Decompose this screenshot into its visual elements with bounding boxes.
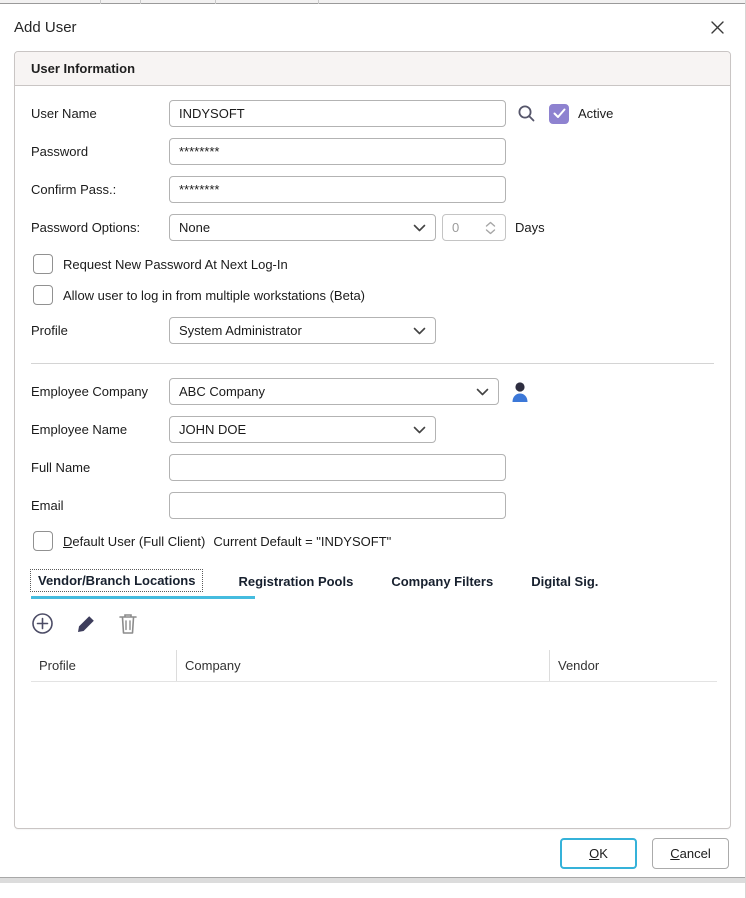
profile-row: Profile System Administrator — [31, 317, 714, 344]
password-options-value: None — [179, 220, 210, 235]
request-new-password-row: Request New Password At Next Log-In — [33, 254, 714, 274]
employee-company-select[interactable]: ABC Company — [169, 378, 499, 405]
default-user-label[interactable]: Default User (Full Client) — [63, 534, 205, 549]
edit-row-icon[interactable] — [75, 613, 97, 635]
full-name-input[interactable] — [169, 454, 506, 481]
employee-company-label: Employee Company — [31, 384, 169, 399]
default-user-checkbox[interactable] — [33, 531, 53, 551]
dialog-footer: OK Cancel — [0, 829, 745, 869]
table-body-empty — [31, 682, 717, 829]
request-new-password-checkbox[interactable] — [33, 254, 53, 274]
add-user-dialog: Add User User Information User Name Acti… — [0, 0, 746, 898]
profile-label: Profile — [31, 323, 169, 338]
column-header-profile[interactable]: Profile — [31, 650, 176, 681]
days-suffix-label: Days — [515, 220, 545, 235]
edge-tick — [140, 0, 141, 4]
dialog-title: Add User — [14, 19, 77, 36]
edge-tick — [215, 0, 216, 4]
employee-name-value: JOHN DOE — [179, 422, 246, 437]
confirm-password-label: Confirm Pass.: — [31, 182, 169, 197]
user-name-input[interactable] — [169, 100, 506, 127]
full-name-label: Full Name — [31, 460, 169, 475]
user-information-groupbox: User Information User Name Active Passwo… — [14, 51, 731, 829]
tab-registration-pools[interactable]: Registration Pools — [236, 570, 355, 593]
chevron-down-icon — [476, 388, 489, 396]
user-name-label: User Name — [31, 106, 169, 121]
locations-table: Profile Company Vendor — [31, 650, 717, 829]
email-row: Email — [31, 492, 714, 519]
current-default-note: Current Default = "INDYSOFT" — [213, 534, 391, 549]
profile-value: System Administrator — [179, 323, 302, 338]
password-input[interactable] — [169, 138, 506, 165]
tab-vendor-branch-locations[interactable]: Vendor/Branch Locations — [31, 570, 202, 591]
active-label[interactable]: Active — [578, 106, 613, 121]
add-row-icon[interactable] — [31, 612, 54, 635]
password-days-value: 0 — [452, 220, 459, 235]
password-options-label: Password Options: — [31, 220, 169, 235]
groupbox-header: User Information — [15, 52, 730, 86]
chevron-down-icon — [413, 426, 426, 434]
active-checkbox[interactable] — [549, 104, 569, 124]
ok-button[interactable]: OK — [560, 838, 637, 869]
password-options-row: Password Options: None 0 Days — [31, 214, 714, 241]
user-name-row: User Name Active — [31, 100, 714, 127]
full-name-row: Full Name — [31, 454, 714, 481]
table-header-row: Profile Company Vendor — [31, 650, 717, 682]
background-window-edge — [0, 0, 745, 4]
allow-multiple-workstations-checkbox[interactable] — [33, 285, 53, 305]
employee-name-row: Employee Name JOHN DOE — [31, 416, 714, 443]
default-user-row: Default User (Full Client) Current Defau… — [33, 531, 714, 551]
employee-name-label: Employee Name — [31, 422, 169, 437]
allow-multiple-workstations-row: Allow user to log in from multiple works… — [33, 285, 714, 305]
password-label: Password — [31, 144, 169, 159]
employee-company-row: Employee Company ABC Company — [31, 378, 714, 405]
check-icon — [553, 108, 566, 119]
column-header-vendor[interactable]: Vendor — [549, 650, 717, 681]
email-input[interactable] — [169, 492, 506, 519]
edge-tick — [318, 0, 319, 4]
employee-company-value: ABC Company — [179, 384, 265, 399]
confirm-password-input[interactable] — [169, 176, 506, 203]
cancel-button[interactable]: Cancel — [652, 838, 729, 869]
dialog-titlebar: Add User — [0, 4, 745, 49]
employee-name-select[interactable]: JOHN DOE — [169, 416, 436, 443]
grid-toolbar — [31, 612, 714, 635]
password-days-stepper[interactable]: 0 — [442, 214, 506, 241]
column-header-company[interactable]: Company — [176, 650, 549, 681]
window-bottom-edge — [0, 877, 745, 883]
chevron-down-icon — [413, 327, 426, 335]
request-new-password-label[interactable]: Request New Password At Next Log-In — [63, 257, 288, 272]
close-icon[interactable] — [707, 17, 727, 37]
employee-person-icon[interactable] — [509, 380, 531, 404]
email-label: Email — [31, 498, 169, 513]
section-divider — [31, 363, 714, 364]
detail-tabs: Vendor/Branch Locations Registration Poo… — [31, 570, 714, 593]
spinner-arrows-icon — [485, 221, 496, 235]
active-tab-underline — [31, 596, 255, 599]
allow-multiple-workstations-label[interactable]: Allow user to log in from multiple works… — [63, 288, 365, 303]
tab-digital-sig[interactable]: Digital Sig. — [529, 570, 600, 593]
delete-row-icon[interactable] — [118, 612, 138, 635]
chevron-down-icon — [413, 224, 426, 232]
user-form: User Name Active Password Confir — [15, 86, 730, 829]
password-options-select[interactable]: None — [169, 214, 436, 241]
search-icon[interactable] — [516, 103, 537, 124]
tab-company-filters[interactable]: Company Filters — [389, 570, 495, 593]
confirm-password-row: Confirm Pass.: — [31, 176, 714, 203]
password-row: Password — [31, 138, 714, 165]
profile-select[interactable]: System Administrator — [169, 317, 436, 344]
edge-tick — [100, 0, 101, 4]
